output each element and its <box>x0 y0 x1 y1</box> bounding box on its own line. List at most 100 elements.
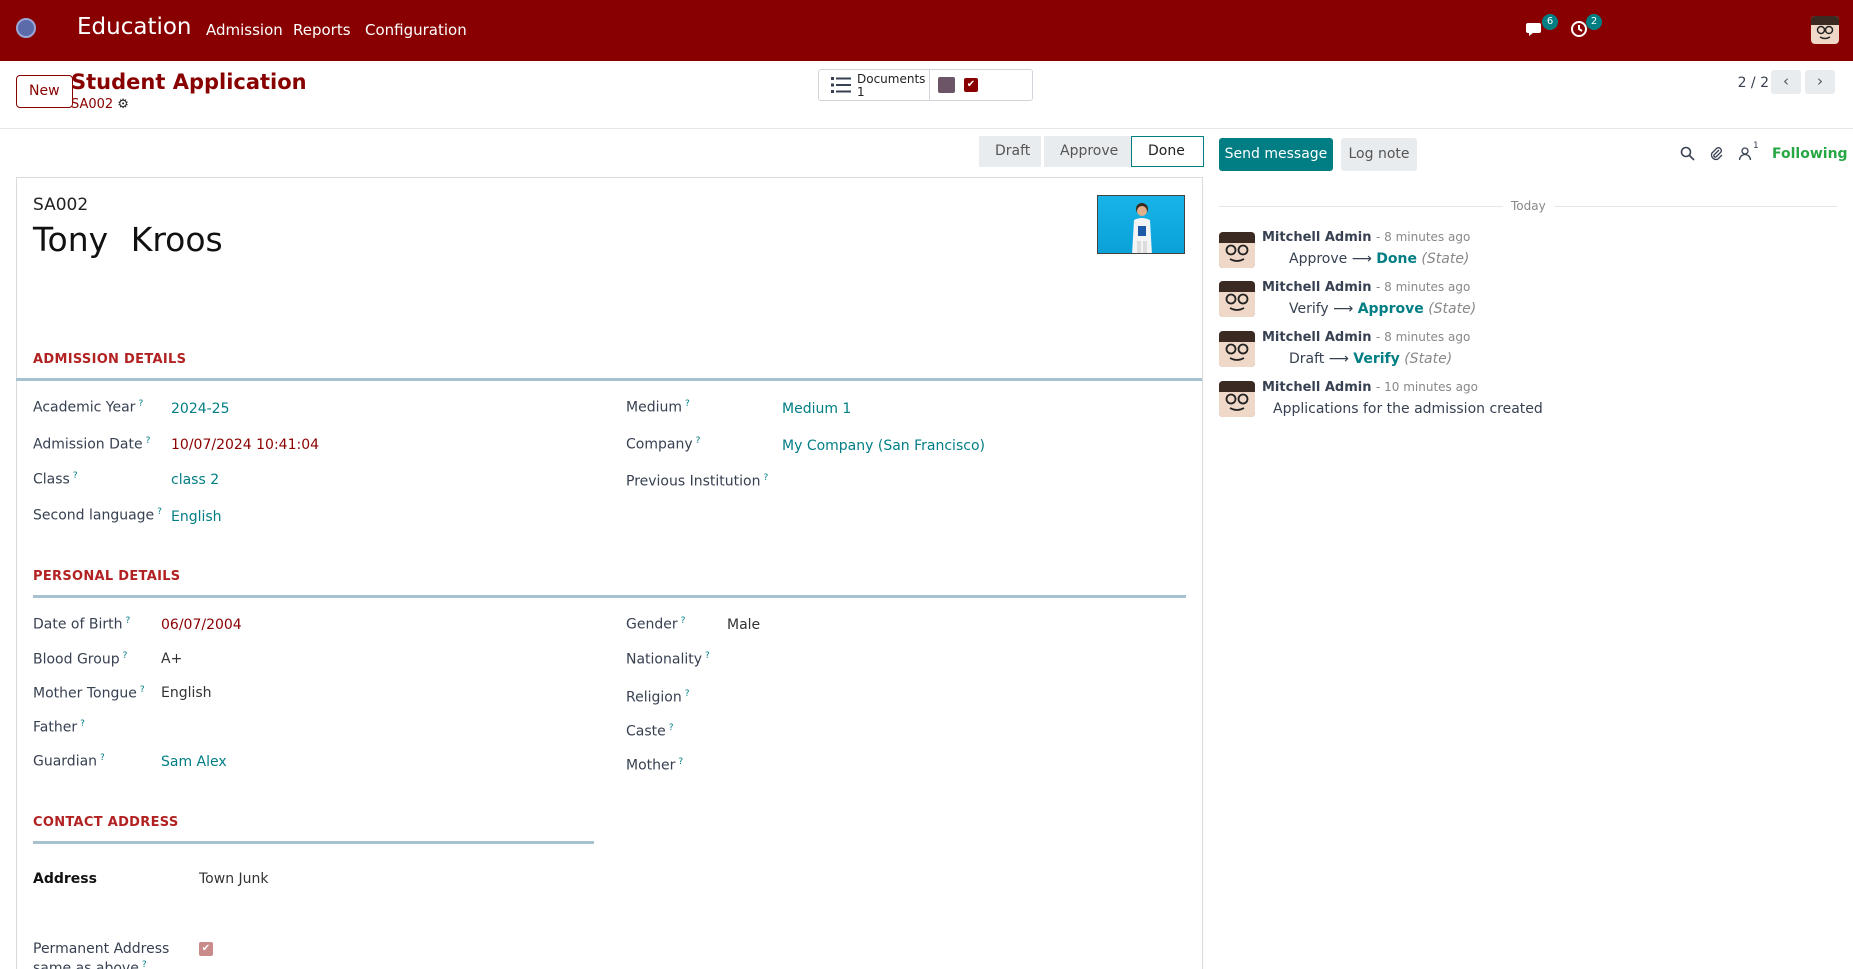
form-sheet <box>16 177 1203 969</box>
followers-icon[interactable]: 1 <box>1738 141 1759 165</box>
gender-field[interactable]: Male <box>727 617 760 633</box>
author-avatar[interactable] <box>1219 381 1255 417</box>
message-body: Applications for the admission created <box>1273 401 1543 417</box>
caste-label: Caste? <box>626 723 674 740</box>
stage-done[interactable]: Done <box>1131 136 1204 167</box>
admission-date-label: Admission Date? <box>33 436 151 453</box>
last-name[interactable]: Kroos <box>131 220 223 259</box>
previous-institution-label: Previous Institution? <box>626 473 769 490</box>
archive-icon[interactable] <box>938 77 955 93</box>
log-note-button[interactable]: Log note <box>1341 138 1417 171</box>
section-divider <box>16 378 1202 381</box>
pager-value[interactable]: 2 / 2 <box>1738 75 1769 91</box>
company-label: Company? <box>626 436 701 453</box>
message-author: Mitchell Admin - 8 minutes ago <box>1262 230 1471 245</box>
activities-badge: 2 <box>1586 14 1602 30</box>
tracking-value: Verify ⟶ Approve (State) <box>1289 301 1477 317</box>
gender-label: Gender? <box>626 616 686 633</box>
menu-reports[interactable]: Reports <box>293 21 351 39</box>
top-navbar: Education Admission Reports Configuratio… <box>0 0 1853 61</box>
student-photo[interactable] <box>1097 195 1185 254</box>
gear-icon[interactable]: ⚙ <box>117 97 129 112</box>
checkbox-icon[interactable]: ✔ <box>964 78 978 92</box>
message-time: - 10 minutes ago <box>1375 380 1478 394</box>
section-personal-details: PERSONAL DETAILS <box>33 569 181 584</box>
permanent-address-label-line2: same as above? <box>33 960 147 969</box>
paperclip-icon[interactable] <box>1709 146 1724 165</box>
documents-label: Documents <box>857 72 926 86</box>
mother-tongue-label: Mother Tongue? <box>33 685 145 702</box>
search-icon[interactable] <box>1680 146 1695 165</box>
stage-draft[interactable]: Draft <box>979 136 1041 167</box>
author-avatar[interactable] <box>1219 232 1255 268</box>
menu-configuration[interactable]: Configuration <box>365 21 467 39</box>
app-brand[interactable]: Education <box>77 14 192 40</box>
send-message-button[interactable]: Send message <box>1219 138 1333 171</box>
class-field[interactable]: class 2 <box>171 472 219 488</box>
pager-previous-button[interactable]: ‹ <box>1771 70 1801 94</box>
dob-field[interactable]: 06/07/2004 <box>161 617 242 633</box>
menu-admission[interactable]: Admission <box>206 21 283 39</box>
user-avatar[interactable] <box>1811 16 1839 44</box>
class-label: Class? <box>33 471 78 488</box>
guardian-field[interactable]: Sam Alex <box>161 754 227 770</box>
message-time: - 8 minutes ago <box>1375 280 1471 294</box>
address-field[interactable]: Town Junk <box>199 871 269 887</box>
address-label: Address <box>33 871 97 887</box>
message-author: Mitchell Admin - 8 minutes ago <box>1262 330 1471 345</box>
section-divider <box>33 595 1186 598</box>
arrow-icon: ⟶ <box>1333 301 1354 317</box>
permanent-address-checkbox[interactable]: ✔ <box>199 942 213 956</box>
followers-count: 1 <box>1753 141 1759 151</box>
message-author: Mitchell Admin - 10 minutes ago <box>1262 380 1478 395</box>
section-contact-address: CONTACT ADDRESS <box>33 815 179 830</box>
record-code: SA002 <box>33 195 89 215</box>
stage-approve[interactable]: Approve <box>1044 136 1131 167</box>
breadcrumb-title[interactable]: Student Application <box>71 70 307 94</box>
blood-group-label: Blood Group? <box>33 651 128 668</box>
first-name[interactable]: Tony <box>33 220 108 259</box>
control-panel: New Student Application SA002 ⚙ Documents… <box>0 61 1853 129</box>
activities-icon[interactable]: 2 <box>1568 14 1602 42</box>
admission-date-field[interactable]: 10/07/2024 10:41:04 <box>171 437 319 453</box>
documents-smart-button[interactable]: Documents 1 <box>819 70 930 100</box>
second-language-label: Second language? <box>33 507 162 524</box>
academic-year-label: Academic Year? <box>33 399 144 416</box>
record-ref-text: SA002 <box>71 97 114 112</box>
mother-label: Mother? <box>626 757 684 774</box>
dob-label: Date of Birth? <box>33 616 131 633</box>
section-admission-details: ADMISSION DETAILS <box>33 352 187 367</box>
messages-icon[interactable]: 6 <box>1524 14 1558 42</box>
smart-buttons: Documents 1 ✔ <box>818 69 1033 101</box>
list-icon <box>831 76 851 98</box>
message-author: Mitchell Admin - 8 minutes ago <box>1262 280 1471 295</box>
date-separator: Today <box>1503 199 1554 213</box>
author-avatar[interactable] <box>1219 281 1255 317</box>
record-reference: SA002 ⚙ <box>71 97 129 112</box>
mother-tongue-field[interactable]: English <box>161 685 212 701</box>
messages-badge: 6 <box>1542 14 1558 30</box>
company-field[interactable]: My Company (San Francisco) <box>782 438 985 454</box>
tracking-value: Approve ⟶ Done (State) <box>1289 251 1470 267</box>
app-menu-icon[interactable] <box>16 18 36 38</box>
permanent-address-label: Permanent Address <box>33 941 170 957</box>
new-button[interactable]: New <box>16 75 73 108</box>
father-label: Father? <box>33 719 85 736</box>
tracking-value: Draft ⟶ Verify (State) <box>1289 351 1453 367</box>
student-name[interactable]: Tony Kroos <box>33 220 223 259</box>
message-time: - 8 minutes ago <box>1375 230 1471 244</box>
section-divider <box>33 841 594 844</box>
nationality-label: Nationality? <box>626 651 710 668</box>
medium-label: Medium? <box>626 399 690 416</box>
religion-label: Religion? <box>626 689 690 706</box>
arrow-icon: ⟶ <box>1328 351 1349 367</box>
pager-next-button[interactable]: › <box>1805 70 1835 94</box>
following-button[interactable]: Following <box>1772 146 1848 162</box>
guardian-label: Guardian? <box>33 753 105 770</box>
medium-field[interactable]: Medium 1 <box>782 401 851 417</box>
author-avatar[interactable] <box>1219 331 1255 367</box>
blood-group-field[interactable]: A+ <box>161 651 182 667</box>
academic-year-field[interactable]: 2024-25 <box>171 401 230 417</box>
arrow-icon: ⟶ <box>1351 251 1372 267</box>
second-language-field[interactable]: English <box>171 509 222 525</box>
